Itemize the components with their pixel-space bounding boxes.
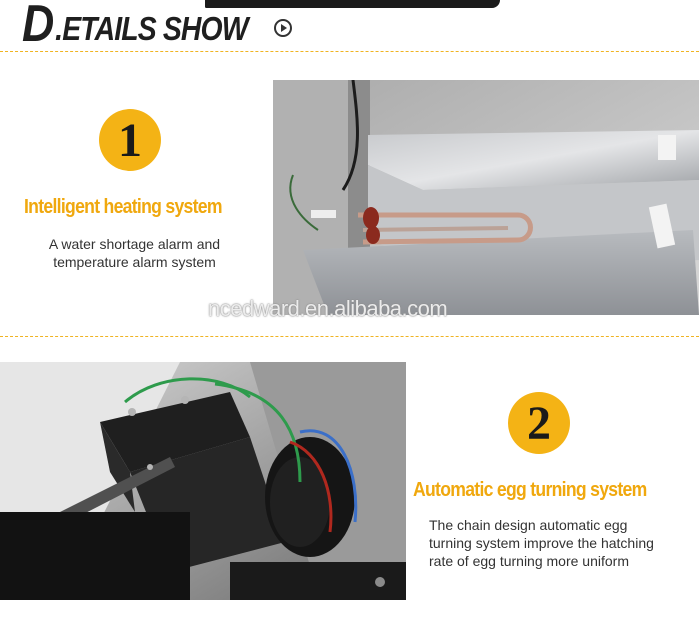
feature-number-badge-2: 2 bbox=[508, 392, 570, 454]
divider-middle bbox=[0, 336, 699, 337]
egg-turning-motor-illustration bbox=[0, 362, 406, 600]
circle-arrow-right-icon[interactable] bbox=[274, 19, 292, 37]
watermark: ncedward.en.alibaba.com bbox=[208, 296, 448, 321]
feature-description-1: A water shortage alarm and temperature a… bbox=[22, 235, 247, 271]
feature-description-2-line-2: turning system improve the hatching bbox=[429, 535, 654, 551]
heating-tray-photo bbox=[273, 80, 699, 315]
divider-top bbox=[0, 51, 699, 52]
feature-title-1: Intelligent heating system bbox=[24, 196, 223, 218]
section-title: D .ETAILS SHOW bbox=[22, 0, 249, 53]
feature-description-1-line-1: A water shortage alarm and bbox=[48, 236, 221, 252]
feature-description-2-line-1: The chain design automatic egg bbox=[429, 517, 628, 533]
section-title-text: .ETAILS SHOW bbox=[55, 10, 248, 47]
feature-title-2: Automatic egg turning system bbox=[413, 479, 647, 501]
heating-tray-illustration bbox=[273, 80, 699, 315]
feature-number-badge-1: 1 bbox=[99, 109, 161, 171]
feature-description-2: The chain design automatic egg turning s… bbox=[429, 516, 689, 570]
feature-description-1-line-2: temperature alarm system bbox=[53, 254, 216, 270]
feature-description-2-line-3: rate of egg turning more uniform bbox=[429, 553, 629, 569]
top-decorative-band bbox=[205, 0, 500, 8]
egg-turning-motor-photo bbox=[0, 362, 406, 600]
section-title-initial: D bbox=[22, 0, 54, 53]
